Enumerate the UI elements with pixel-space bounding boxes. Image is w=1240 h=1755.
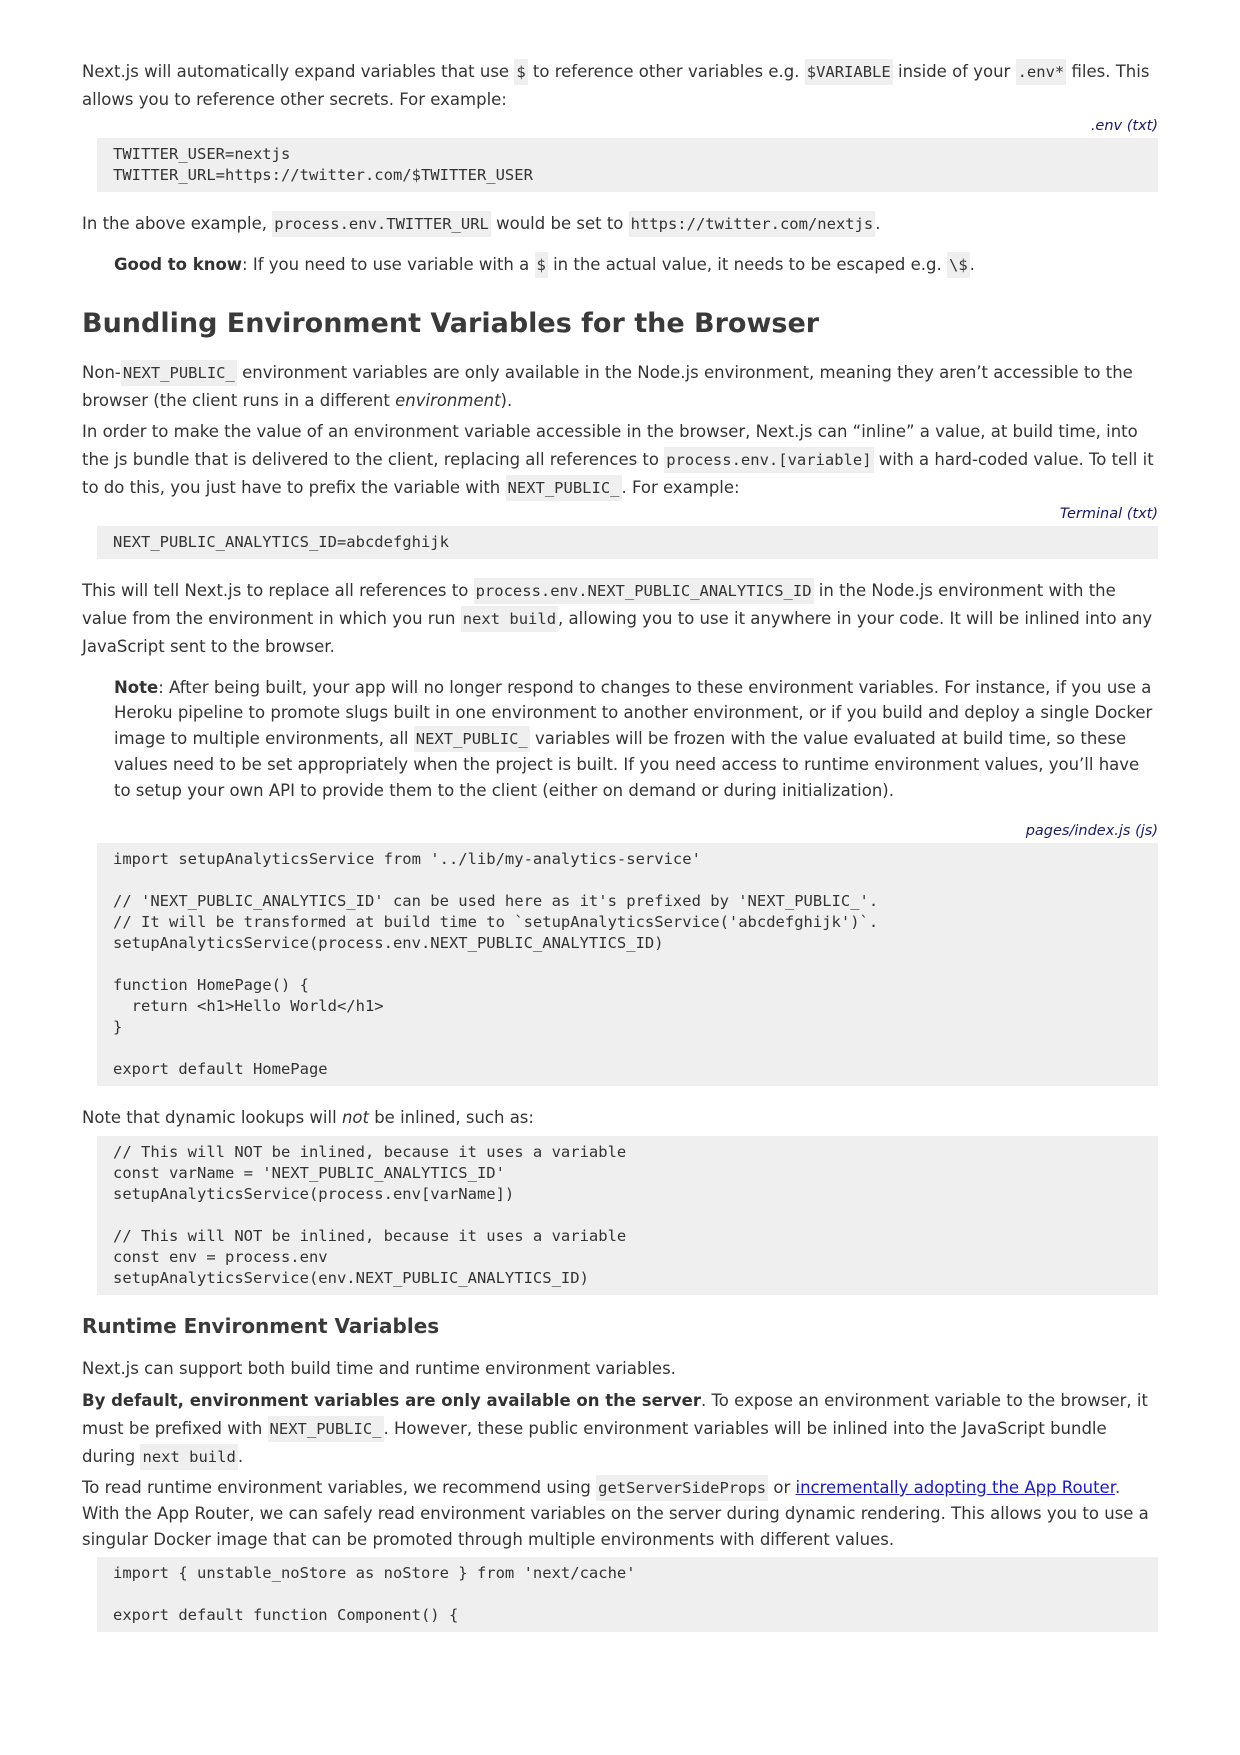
inline-code: NEXT_PUBLIC_ bbox=[505, 474, 622, 501]
code-block-component: import { unstable_noStore as noStore } f… bbox=[97, 1557, 1158, 1632]
inline-code: $VARIABLE bbox=[804, 59, 893, 85]
expand-paragraph: Next.js will automatically expand variab… bbox=[82, 58, 1158, 114]
code-caption: .env (txt) bbox=[1090, 118, 1158, 134]
build-note: Note: After being built, your app will n… bbox=[114, 677, 1153, 800]
example-paragraph: In the above example, process.env.TWITTE… bbox=[82, 210, 1158, 238]
inline-code: process.env.[variable] bbox=[664, 446, 874, 473]
default-paragraph: By default, environment variables are on… bbox=[82, 1387, 1158, 1471]
inline-code: process.env.NEXT_PUBLIC_ANALYTICS_ID bbox=[473, 577, 814, 604]
read-paragraph: To read runtime environment variables, w… bbox=[82, 1475, 1158, 1553]
inline-code: https://twitter.com/nextjs bbox=[628, 211, 876, 237]
inline-code: process.env.TWITTER_URL bbox=[272, 211, 491, 237]
inline-code: next build bbox=[140, 1444, 238, 1470]
replace-paragraph: This will tell Next.js to replace all re… bbox=[82, 577, 1158, 661]
inline-code: next build bbox=[460, 605, 559, 632]
code-block-env: TWITTER_USER=nextjs TWITTER_URL=https://… bbox=[97, 138, 1158, 192]
code-block-dynamic: // This will NOT be inlined, because it … bbox=[97, 1136, 1158, 1295]
inline-code: NEXT_PUBLIC_ bbox=[120, 359, 237, 386]
app-router-link[interactable]: incrementally adopting the App Router bbox=[796, 1478, 1115, 1497]
inline-code: NEXT_PUBLIC_ bbox=[413, 725, 530, 752]
document-page: Next.js will automatically expand variab… bbox=[0, 0, 1240, 1632]
inline-paragraph: In order to make the value of an environ… bbox=[82, 418, 1158, 502]
good-to-know-note: Good to know: If you need to use variabl… bbox=[114, 252, 1158, 279]
inline-code: \$ bbox=[947, 252, 970, 278]
heading-bundling: Bundling Environment Variables for the B… bbox=[82, 307, 820, 339]
code-block-terminal: NEXT_PUBLIC_ANALYTICS_ID=abcdefghijk bbox=[97, 525, 1158, 559]
inline-code: .env* bbox=[1015, 59, 1067, 85]
inline-code: $ bbox=[534, 252, 548, 278]
code-caption: pages/index.js (js) bbox=[1025, 823, 1158, 839]
inline-code: $ bbox=[514, 59, 528, 85]
support-paragraph: Next.js can support both build time and … bbox=[82, 1359, 676, 1378]
non-public-paragraph: Non- NEXT_PUBLIC_ environment variables a… bbox=[82, 359, 1158, 415]
heading-runtime: Runtime Environment Variables bbox=[82, 1314, 440, 1338]
code-caption: Terminal (txt) bbox=[1059, 505, 1158, 522]
inline-code: NEXT_PUBLIC_ bbox=[267, 1416, 384, 1442]
code-block-pages-index: import setupAnalyticsService from '../li… bbox=[97, 843, 1158, 1086]
inline-code: getServerSideProps bbox=[596, 1475, 769, 1501]
dynamic-paragraph: Note that dynamic lookups will not be in… bbox=[82, 1108, 534, 1127]
